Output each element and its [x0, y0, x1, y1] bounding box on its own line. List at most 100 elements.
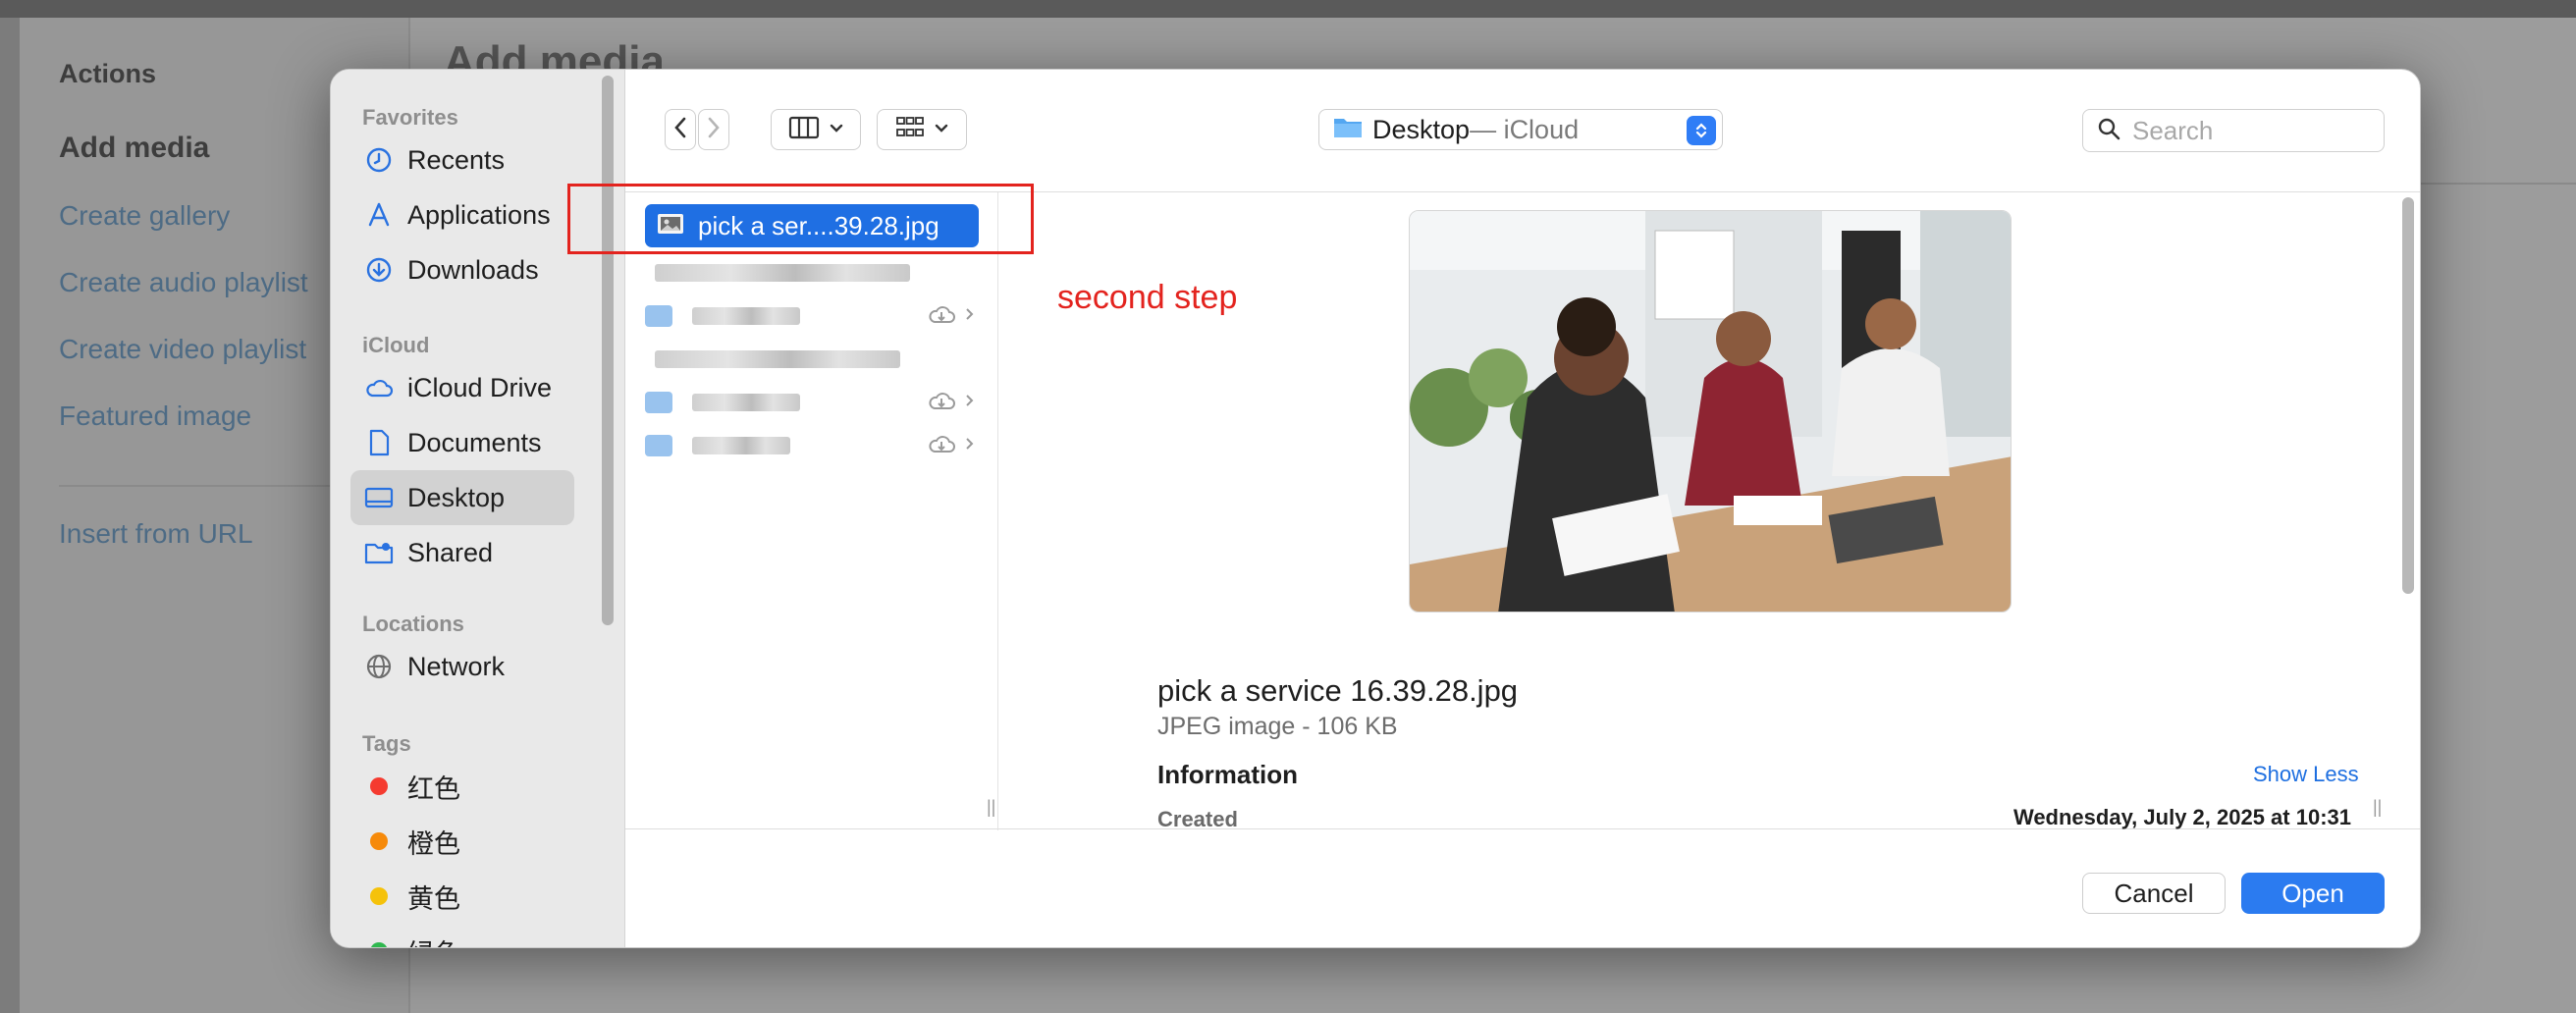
- folder-row[interactable]: [645, 426, 979, 465]
- background-top-bar: [0, 0, 2576, 18]
- file-row[interactable]: [645, 253, 979, 293]
- background-admin-sidebar: [0, 18, 20, 1013]
- sidebar-item-recents[interactable]: Recents: [350, 133, 574, 187]
- file-row[interactable]: [645, 340, 979, 379]
- cloud-icon: [364, 373, 394, 402]
- tag-color-dot: [370, 942, 388, 947]
- view-mode-button[interactable]: [771, 109, 861, 150]
- folder-icon: [645, 305, 672, 327]
- tag-color-dot: [370, 832, 388, 850]
- sidebar-item-label: 黄色: [407, 883, 460, 914]
- chevron-down-icon: [830, 121, 843, 138]
- sidebar-tag-yellow[interactable]: 黄色: [350, 869, 574, 924]
- annotation-highlight-box: [567, 184, 1034, 254]
- search-icon: [2097, 117, 2120, 145]
- blurred-file-name: [655, 350, 900, 368]
- sidebar-tag-red[interactable]: 红色: [350, 759, 574, 814]
- menu-item-featured-image[interactable]: Featured image: [59, 400, 251, 432]
- sidebar-item-label: Network: [407, 651, 506, 681]
- blurred-folder-name: [692, 394, 800, 411]
- desktop-icon: [364, 483, 394, 512]
- menu-item-create-gallery[interactable]: Create gallery: [59, 200, 230, 232]
- chevron-right-icon: [707, 117, 721, 143]
- download-icon: [364, 255, 394, 285]
- sidebar-item-label: 橙色: [407, 828, 460, 859]
- search-field[interactable]: [2082, 109, 2385, 152]
- blurred-folder-name: [692, 307, 800, 325]
- sidebar-item-label: Desktop: [407, 482, 506, 512]
- document-icon: [364, 428, 394, 457]
- sidebar-section-tags: Tags: [362, 731, 411, 756]
- menu-item-add-media[interactable]: Add media: [59, 132, 209, 165]
- group-by-button[interactable]: [877, 109, 967, 150]
- folder-icon: [645, 435, 672, 456]
- sidebar-item-downloads[interactable]: Downloads: [350, 242, 574, 297]
- menu-heading-actions: Actions: [59, 59, 157, 88]
- menu-item-create-video-playlist[interactable]: Create video playlist: [59, 334, 306, 365]
- sidebar-item-network[interactable]: Network: [350, 639, 574, 694]
- menu-item-insert-from-url[interactable]: Insert from URL: [59, 518, 253, 550]
- blurred-file-name: [655, 264, 910, 282]
- sidebar-item-label: Recents: [407, 144, 506, 175]
- chevron-right-icon: [965, 394, 975, 412]
- chevron-down-icon: [935, 121, 948, 138]
- sidebar-section-locations: Locations: [362, 612, 464, 636]
- sidebar-section-favorites: Favorites: [362, 105, 458, 130]
- applications-icon: [364, 200, 394, 230]
- column-resize-handle[interactable]: ||: [2373, 797, 2382, 818]
- sidebar-scrollbar[interactable]: [602, 76, 614, 625]
- folder-row[interactable]: [645, 296, 979, 336]
- sidebar-item-applications[interactable]: Applications: [350, 187, 574, 242]
- sidebar-item-label: Downloads: [407, 254, 539, 285]
- globe-icon: [364, 652, 394, 681]
- preview-scrollbar[interactable]: [2402, 197, 2414, 594]
- chevron-right-icon: [965, 307, 975, 326]
- created-label: Created: [1157, 807, 1238, 831]
- open-button[interactable]: Open: [2241, 873, 2385, 914]
- sidebar-section-icloud: iCloud: [362, 333, 430, 357]
- up-down-stepper-icon: [1687, 116, 1716, 145]
- cancel-button[interactable]: Cancel: [2082, 873, 2226, 914]
- background-divider: [2417, 183, 2576, 185]
- forward-button[interactable]: [698, 109, 729, 150]
- sidebar-item-label: iCloud Drive: [407, 372, 553, 402]
- image-preview: [1409, 210, 2012, 613]
- cloud-download-icon: [926, 390, 957, 416]
- sidebar-item-label: 红色: [407, 773, 460, 804]
- location-suffix: — iCloud: [1470, 114, 1580, 144]
- tag-color-dot: [370, 777, 388, 795]
- chevron-right-icon: [965, 437, 975, 455]
- cloud-download-icon: [926, 303, 957, 330]
- search-input[interactable]: [2132, 115, 2368, 146]
- show-less-link[interactable]: Show Less: [2253, 762, 2359, 787]
- sidebar-item-shared[interactable]: Shared: [350, 525, 574, 580]
- created-value: Wednesday, July 2, 2025 at 10:31: [2012, 805, 2351, 829]
- cloud-download-icon: [926, 433, 957, 459]
- sidebar-item-label: Shared: [407, 537, 494, 567]
- file-column: pick a ser....39.28.jpg ||: [625, 192, 998, 830]
- menu-item-create-audio-playlist[interactable]: Create audio playlist: [59, 267, 308, 298]
- back-button[interactable]: [665, 109, 696, 150]
- folder-icon: [645, 392, 672, 413]
- sidebar-tag-orange[interactable]: 橙色: [350, 814, 574, 869]
- grid-icon: [895, 116, 925, 144]
- location-popup[interactable]: Desktop — iCloud: [1318, 109, 1723, 150]
- tag-color-dot: [370, 887, 388, 905]
- information-heading: Information: [1157, 760, 1298, 789]
- annotation-label: second step: [1057, 279, 1238, 316]
- columns-view-icon: [788, 116, 820, 144]
- sidebar-item-icloud-drive[interactable]: iCloud Drive: [350, 360, 574, 415]
- clock-icon: [364, 145, 394, 175]
- file-browser: pick a ser....39.28.jpg || pick a servic…: [625, 191, 2420, 831]
- column-resize-handle[interactable]: ||: [987, 797, 995, 818]
- sidebar-item-desktop[interactable]: Desktop: [350, 470, 574, 525]
- chevron-left-icon: [673, 117, 687, 143]
- sidebar-tag-green[interactable]: 绿色: [350, 924, 574, 948]
- preview-file-kind-size: JPEG image - 106 KB: [1157, 713, 1398, 740]
- folder-row[interactable]: [645, 383, 979, 422]
- preview-filename: pick a service 16.39.28.jpg: [1157, 673, 1519, 708]
- sidebar-item-documents[interactable]: Documents: [350, 415, 574, 470]
- blurred-folder-name: [692, 437, 790, 454]
- sidebar-item-label: 绿色: [407, 933, 460, 948]
- sidebar-item-label: Documents: [407, 427, 542, 457]
